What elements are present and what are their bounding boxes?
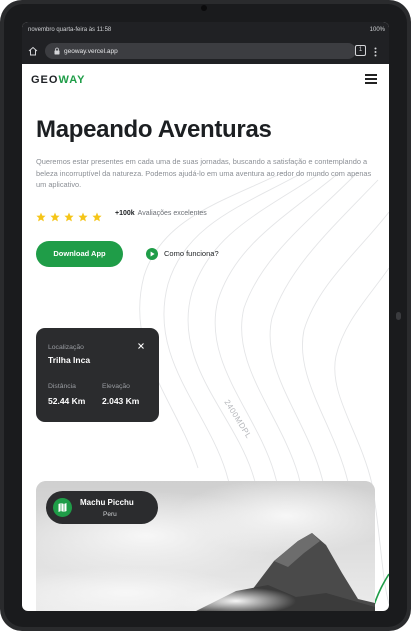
more-vert-icon[interactable] bbox=[374, 47, 377, 57]
location-value: Trilha Inca bbox=[48, 355, 91, 365]
star-icon bbox=[64, 212, 74, 222]
browser-toolbar: geoway.vercel.app 1 bbox=[22, 39, 389, 64]
rating-count: +100k bbox=[115, 210, 135, 217]
tablet-frame: novembro quarta-feira às 11:58 100% geow… bbox=[0, 0, 411, 631]
distance-value: 52.44 Km bbox=[48, 396, 86, 406]
elevation-value: 2.043 Km bbox=[102, 396, 140, 406]
location-card: Localização Trilha Inca Distância 52.44 … bbox=[36, 328, 159, 422]
address-bar[interactable]: geoway.vercel.app bbox=[45, 43, 356, 59]
how-it-works-label: Como funciona? bbox=[164, 248, 219, 258]
tab-count: 1 bbox=[358, 47, 363, 53]
logo-accent: WAY bbox=[58, 74, 86, 86]
screen: novembro quarta-feira às 11:58 100% geow… bbox=[22, 22, 389, 611]
side-button bbox=[396, 312, 401, 320]
site-logo[interactable]: GEOWAY bbox=[31, 74, 86, 86]
status-time: novembro quarta-feira às 11:58 bbox=[28, 27, 112, 33]
map-icon bbox=[53, 498, 72, 517]
logo-prefix: GEO bbox=[31, 74, 59, 86]
hero-title: Mapeando Aventuras bbox=[36, 116, 272, 143]
star-icon bbox=[50, 212, 60, 222]
hero-description: Queremos estar presentes em cada uma de … bbox=[36, 157, 372, 189]
home-icon[interactable] bbox=[28, 46, 38, 56]
url-text: geoway.vercel.app bbox=[64, 48, 118, 55]
elevation-label: Elevação bbox=[102, 383, 130, 390]
location-pin-badge[interactable]: Machu Picchu Peru bbox=[46, 491, 158, 524]
play-icon bbox=[146, 248, 158, 260]
star-icon bbox=[36, 212, 46, 222]
star-icon bbox=[78, 212, 88, 222]
distance-label: Distância bbox=[48, 383, 76, 390]
status-bar: novembro quarta-feira às 11:58 100% bbox=[22, 22, 389, 39]
front-camera bbox=[201, 5, 207, 11]
lock-icon bbox=[54, 47, 60, 55]
rating-summary: +100k Avaliações excelentes bbox=[115, 210, 207, 217]
rating-text: Avaliações excelentes bbox=[137, 210, 207, 217]
hamburger-icon[interactable] bbox=[365, 74, 377, 84]
star-icon bbox=[92, 212, 102, 222]
tabs-icon[interactable]: 1 bbox=[355, 45, 366, 56]
download-app-button[interactable]: Download App bbox=[36, 241, 123, 267]
how-it-works-link[interactable]: Como funciona? bbox=[146, 248, 219, 260]
pin-place-name: Machu Picchu bbox=[80, 498, 134, 507]
close-icon[interactable] bbox=[137, 342, 145, 350]
pin-country: Peru bbox=[103, 511, 117, 518]
location-label: Localização bbox=[48, 344, 84, 351]
status-battery: 100% bbox=[369, 27, 385, 33]
rating-stars bbox=[36, 209, 106, 222]
